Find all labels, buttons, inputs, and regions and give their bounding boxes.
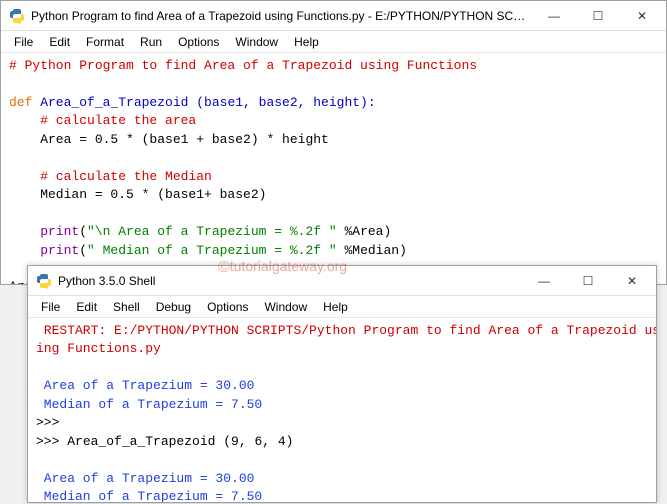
menu-help[interactable]: Help — [316, 298, 355, 316]
menu-window[interactable]: Window — [257, 298, 314, 316]
python-icon — [9, 8, 25, 24]
shell-prompt: >>> — [36, 415, 67, 430]
editor-window: Python Program to find Area of a Trapezo… — [0, 0, 667, 285]
shell-restart: ing Functions.py — [36, 341, 161, 356]
code-rest: %Median) — [337, 243, 407, 258]
code-comment: # Python Program to find Area of a Trape… — [9, 58, 477, 73]
shell-input: Area_of_a_Trapezoid (9, 6, 4) — [67, 434, 293, 449]
shell-title: Python 3.5.0 Shell — [58, 274, 522, 288]
maximize-button[interactable]: ☐ — [576, 2, 620, 30]
menu-help[interactable]: Help — [287, 33, 326, 51]
menu-window[interactable]: Window — [228, 33, 285, 51]
menu-edit[interactable]: Edit — [69, 298, 104, 316]
code-comment: # calculate the area — [9, 113, 196, 128]
python-icon — [36, 273, 52, 289]
minimize-button[interactable]: — — [532, 2, 576, 30]
menu-debug[interactable]: Debug — [149, 298, 198, 316]
code-string: " Median of a Trapezium = %.2f " — [87, 243, 337, 258]
code-rest: %Area) — [337, 224, 392, 239]
code-func-signature: Area_of_a_Trapezoid (base1, base2, heigh… — [32, 95, 375, 110]
menu-format[interactable]: Format — [79, 33, 131, 51]
shell-window: Python 3.5.0 Shell — ☐ ✕ File Edit Shell… — [27, 265, 657, 503]
code-paren: ( — [79, 224, 87, 239]
code-paren: ( — [79, 243, 87, 258]
code-string: "\n Area of a Trapezium = %.2f " — [87, 224, 337, 239]
menu-file[interactable]: File — [7, 33, 40, 51]
shell-prompt: >>> — [36, 434, 67, 449]
close-button[interactable]: ✕ — [610, 267, 654, 295]
code-builtin-print: print — [9, 224, 79, 239]
minimize-button[interactable]: — — [522, 267, 566, 295]
code-keyword-def: def — [9, 95, 32, 110]
close-button[interactable]: ✕ — [620, 2, 664, 30]
editor-menubar: File Edit Format Run Options Window Help — [1, 31, 666, 53]
shell-restart: RESTART: E:/PYTHON/PYTHON SCRIPTS/Python… — [36, 323, 656, 338]
code-comment: # calculate the Median — [9, 169, 212, 184]
shell-output: Median of a Trapezium = 7.50 — [36, 489, 262, 502]
editor-content[interactable]: # Python Program to find Area of a Trape… — [1, 53, 666, 284]
code-line: Median = 0.5 * (base1+ base2) — [9, 187, 266, 202]
shell-output: Area of a Trapezium = 30.00 — [36, 378, 254, 393]
shell-output: Median of a Trapezium = 7.50 — [36, 397, 262, 412]
menu-run[interactable]: Run — [133, 33, 169, 51]
menu-edit[interactable]: Edit — [42, 33, 77, 51]
menu-options[interactable]: Options — [200, 298, 255, 316]
menu-shell[interactable]: Shell — [106, 298, 147, 316]
shell-window-controls: — ☐ ✕ — [522, 267, 654, 295]
shell-titlebar[interactable]: Python 3.5.0 Shell — ☐ ✕ — [28, 266, 656, 296]
menu-file[interactable]: File — [34, 298, 67, 316]
code-builtin-print: print — [9, 243, 79, 258]
editor-titlebar[interactable]: Python Program to find Area of a Trapezo… — [1, 1, 666, 31]
editor-window-controls: — ☐ ✕ — [532, 2, 664, 30]
shell-output: Area of a Trapezium = 30.00 — [36, 471, 254, 486]
shell-content[interactable]: RESTART: E:/PYTHON/PYTHON SCRIPTS/Python… — [28, 318, 656, 502]
shell-menubar: File Edit Shell Debug Options Window Hel… — [28, 296, 656, 318]
editor-title: Python Program to find Area of a Trapezo… — [31, 9, 532, 23]
menu-options[interactable]: Options — [171, 33, 226, 51]
maximize-button[interactable]: ☐ — [566, 267, 610, 295]
code-line: Area = 0.5 * (base1 + base2) * height — [9, 132, 329, 147]
